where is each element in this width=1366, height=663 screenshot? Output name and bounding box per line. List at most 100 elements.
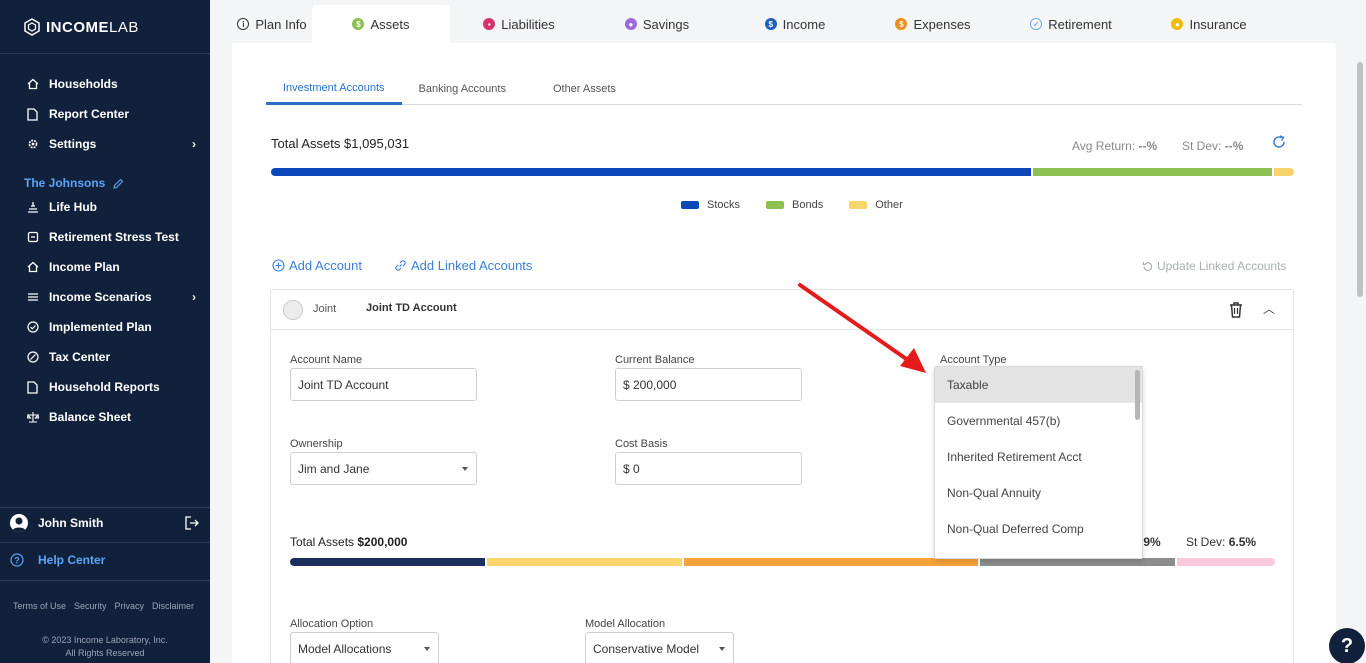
sidebar-item-household-reports[interactable]: Household Reports (26, 378, 196, 396)
tab-plan-info[interactable]: i Plan Info (232, 5, 312, 43)
sidebar-divider (0, 542, 210, 543)
chevron-up-icon[interactable]: ︿ (1263, 300, 1275, 317)
dropdown-option-non-qual-deferred-comp[interactable]: Non-Qual Deferred Comp (935, 511, 1142, 547)
sidebar-item-balance-sheet[interactable]: Balance Sheet (26, 408, 196, 426)
footer-link-security[interactable]: Security (74, 601, 107, 611)
dropdown-scrollbar[interactable] (1135, 370, 1140, 420)
pencil-icon[interactable] (113, 178, 124, 189)
allocation-bar (271, 168, 1294, 176)
tab-expenses[interactable]: $ Expenses (864, 5, 1002, 43)
tab-income[interactable]: $ Income (726, 5, 864, 43)
sidebar-item-label: Life Hub (49, 200, 97, 214)
chevron-right-icon: › (192, 290, 196, 304)
refresh-icon[interactable] (1272, 135, 1286, 149)
tab-liabilities[interactable]: ▪ Liabilities (450, 5, 588, 43)
add-linked-accounts-button[interactable]: Add Linked Accounts (394, 258, 532, 273)
avatar (10, 514, 28, 532)
sidebar-item-income-scenarios[interactable]: Income Scenarios › (26, 288, 196, 306)
document-icon (26, 380, 39, 394)
help-center-link[interactable]: ? Help Center (10, 553, 105, 567)
ownership-select[interactable]: Jim and Jane (290, 452, 477, 485)
total-assets: Total Assets $1,095,031 (271, 136, 409, 151)
account-allocation-segment (487, 558, 684, 566)
asset-sub-tabs: Investment Accounts Banking Accounts Oth… (266, 73, 1302, 105)
legend-swatch (849, 201, 868, 209)
dropdown-option-inherited-retirement[interactable]: Inherited Retirement Acct (935, 439, 1142, 475)
sidebar-item-retirement-stress-test[interactable]: Retirement Stress Test (26, 228, 196, 246)
brand-light: LAB (109, 18, 139, 36)
tab-label: Plan Info (255, 16, 307, 32)
legend-bonds: Bonds (766, 199, 823, 211)
footer-link-disclaimer[interactable]: Disclaimer (152, 601, 194, 611)
add-account-button[interactable]: Add Account (272, 258, 362, 273)
user-profile[interactable]: John Smith (10, 514, 200, 532)
tab-investment-accounts[interactable]: Investment Accounts (266, 73, 402, 105)
update-linked-label: Update Linked Accounts (1157, 259, 1287, 273)
brand-bold: INCOME (46, 18, 109, 36)
savings-icon: ● (624, 18, 637, 30)
logo-hex-icon (24, 18, 40, 36)
account-title: Joint TD Account (366, 302, 457, 314)
model-allocation-value: Conservative Model (593, 641, 700, 656)
account-type-dropdown[interactable]: Taxable Governmental 457(b) Inherited Re… (934, 366, 1143, 559)
cost-basis-field[interactable]: $ 0 (615, 452, 802, 485)
allocation-option-label: Allocation Option (290, 618, 374, 630)
dropdown-option-governmental-457b[interactable]: Governmental 457(b) (935, 403, 1142, 439)
tab-label: Assets (370, 16, 410, 32)
tab-banking-accounts[interactable]: Banking Accounts (402, 73, 523, 104)
sidebar-item-tax-center[interactable]: Tax Center (26, 348, 196, 366)
dropdown-option-non-qual-annuity[interactable]: Non-Qual Annuity (935, 475, 1142, 511)
account-allocation-segment (684, 558, 980, 566)
tab-label: Insurance (1189, 16, 1247, 32)
tab-assets[interactable]: $ Assets (312, 5, 450, 43)
tab-retirement[interactable]: ✓ Retirement (1002, 5, 1140, 43)
sidebar-item-report-center[interactable]: Report Center (26, 105, 196, 123)
footer-links: Terms of Use Security Privacy Disclaimer (13, 601, 194, 611)
tab-other-assets[interactable]: Other Assets (523, 73, 633, 104)
link-icon (395, 260, 406, 271)
avg-return: Avg Return: --% (1072, 139, 1157, 153)
model-allocation-label: Model Allocation (585, 618, 666, 630)
allocation-option-select[interactable]: Model Allocations (290, 632, 439, 663)
check-circle-icon (26, 321, 39, 334)
stress-test-icon (26, 231, 39, 244)
help-button[interactable]: ? (1329, 628, 1365, 663)
sidebar-item-life-hub[interactable]: Life Hub (26, 198, 196, 216)
client-name[interactable]: The Johnsons (24, 176, 124, 190)
add-account-label: Add Account (289, 258, 362, 273)
client-name-label: The Johnsons (24, 176, 106, 190)
account-card-header[interactable]: Joint Joint TD Account ︿ (271, 290, 1293, 330)
trash-icon[interactable] (1229, 302, 1243, 318)
page-scrollbar[interactable] (1357, 62, 1363, 297)
copyright-line-1: © 2023 Income Laboratory, Inc. (42, 635, 168, 645)
legend-label: Other (875, 199, 903, 211)
account-allocation-segment (1176, 558, 1275, 566)
sidebar: INCOME LAB Households Report Center Setti… (0, 0, 210, 663)
sidebar-divider (0, 507, 210, 508)
footer-link-privacy[interactable]: Privacy (115, 601, 145, 611)
sidebar-item-label: Balance Sheet (49, 410, 132, 424)
tab-label: Expenses (913, 16, 971, 32)
update-linked-accounts-button[interactable]: Update Linked Accounts (1142, 259, 1286, 273)
logout-icon[interactable] (185, 516, 200, 530)
sidebar-item-households[interactable]: Households (26, 75, 196, 93)
home-icon (26, 78, 39, 91)
sidebar-item-implemented-plan[interactable]: Implemented Plan (26, 318, 196, 336)
tab-savings[interactable]: ● Savings (588, 5, 726, 43)
app-logo[interactable]: INCOME LAB (24, 16, 139, 38)
footer-link-terms[interactable]: Terms of Use (13, 601, 66, 611)
sidebar-item-settings[interactable]: Settings › (26, 135, 196, 153)
allocation-segment-other (1273, 168, 1294, 176)
model-allocation-select[interactable]: Conservative Model (585, 632, 734, 663)
current-balance-field[interactable]: $ 200,000 (615, 368, 802, 401)
account-name-field[interactable]: Joint TD Account (290, 368, 477, 401)
scale-icon (26, 411, 39, 424)
sidebar-divider (0, 53, 210, 54)
total-assets-label: Total Assets (271, 136, 341, 151)
tab-insurance[interactable]: ● Insurance (1140, 5, 1278, 43)
caret-down-icon (719, 647, 725, 651)
dropdown-option-taxable[interactable]: Taxable (935, 367, 1142, 403)
sidebar-item-income-plan[interactable]: Income Plan (26, 258, 196, 276)
lifehub-icon (26, 201, 39, 214)
account-type-label: Account Type (940, 354, 1007, 366)
